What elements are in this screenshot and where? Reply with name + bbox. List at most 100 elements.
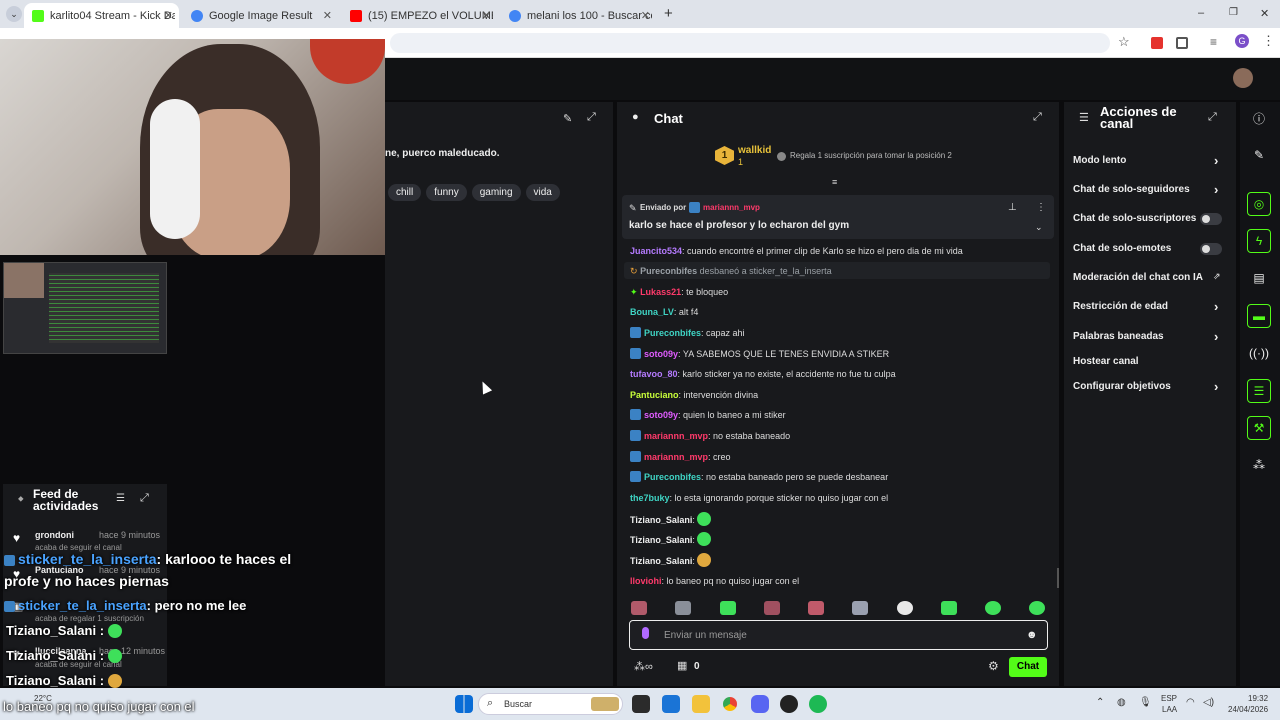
gift-prompt-text[interactable]: Regala 1 suscripción para tomar la posic… <box>790 151 952 160</box>
action-followers-only[interactable]: Chat de solo-seguidores <box>1073 183 1190 197</box>
maximize-button[interactable]: ❐ <box>1229 7 1238 18</box>
chat-message[interactable]: tufavoo_80: karlo sticker ya no existe, … <box>630 367 896 381</box>
chat-message[interactable]: Pureconbifes: capaz ahi <box>630 326 745 340</box>
chat-username[interactable]: soto09y <box>644 349 678 359</box>
chat-message[interactable]: Bouna_LV: alt f4 <box>630 305 698 319</box>
tab-kick-dashboard[interactable]: karlito04 Stream - Kick Dashboard ✕ <box>24 3 179 28</box>
action-ai-moderation[interactable]: Moderación del chat con IA <box>1073 271 1203 285</box>
chat-username[interactable]: Tiziano_Salani <box>630 556 692 566</box>
address-input[interactable] <box>390 33 1110 53</box>
wifi-icon[interactable]: ◠ <box>1186 697 1195 708</box>
volume-icon[interactable]: ◁) <box>1203 697 1214 708</box>
emote-quick-pick[interactable] <box>675 601 691 615</box>
emote-quick-pick[interactable] <box>631 601 647 615</box>
emote-quick-pick[interactable] <box>985 601 1001 615</box>
chat-username[interactable]: Pureconbifes <box>644 472 701 482</box>
chat-username[interactable]: Tiziano_Salani <box>630 515 692 525</box>
extension-red-icon[interactable] <box>1151 37 1163 49</box>
chat-username[interactable]: Pureconbifes <box>640 266 697 276</box>
document-icon[interactable]: ▤ <box>1247 266 1271 290</box>
emote-quick-pick[interactable] <box>1029 601 1045 615</box>
emote-quick-pick[interactable] <box>764 601 780 615</box>
tag-pill[interactable]: gaming <box>471 184 521 201</box>
media-control-icon[interactable]: ≡ <box>1210 35 1217 49</box>
send-chat-button[interactable]: Chat <box>1009 657 1047 677</box>
windows-start-icon[interactable] <box>455 695 473 713</box>
bookmark-star-icon[interactable]: ☆ <box>1118 34 1130 50</box>
action-age-restriction[interactable]: Restricción de edad <box>1073 300 1168 314</box>
pinned-user[interactable]: mariannn_mvp <box>703 203 760 212</box>
chat-username[interactable]: Lukass21 <box>640 287 681 297</box>
info-icon[interactable]: ⓘ <box>1247 106 1271 130</box>
lightning-icon[interactable]: ϟ <box>1247 229 1271 253</box>
chevron-down-icon[interactable]: ⌄ <box>1035 222 1043 233</box>
microphone-tray-icon[interactable]: 🎙 <box>1139 697 1152 708</box>
chat-username[interactable]: mariannn_mvp <box>644 431 708 441</box>
emote-quick-pick[interactable] <box>897 601 913 615</box>
chat-username[interactable]: soto09y <box>644 410 678 420</box>
actions-panel-icon[interactable]: ☰ <box>1247 379 1271 403</box>
tray-overflow-icon[interactable]: ⌃ <box>1096 697 1104 708</box>
chat-username[interactable]: mariannn_mvp <box>644 452 708 462</box>
tab-search-button[interactable]: ⌄ <box>6 6 22 22</box>
edit-pencil-icon[interactable]: ✎ <box>563 112 572 125</box>
emote-quick-pick[interactable] <box>808 601 824 615</box>
file-explorer-icon[interactable] <box>692 695 710 713</box>
user-avatar[interactable] <box>1233 68 1253 88</box>
chat-username[interactable]: tufavoo_80 <box>630 369 678 379</box>
chat-username[interactable]: lloviohi <box>630 576 662 586</box>
minimize-button[interactable]: – <box>1198 7 1204 19</box>
broadcast-icon[interactable]: ((·)) <box>1247 341 1271 365</box>
tray-app-icon[interactable]: ◍ <box>1117 697 1126 708</box>
tab-google-search[interactable]: melani los 100 - Buscar con Google ✕ <box>501 3 656 28</box>
chevron-right-icon[interactable]: › <box>1214 380 1218 394</box>
chat-message[interactable]: ✦ Lukass21: te bloqueo <box>630 285 728 299</box>
chat-message[interactable]: the7buky: lo esta ignorando porque stick… <box>630 491 888 505</box>
task-view-icon[interactable] <box>632 695 650 713</box>
popout-icon[interactable]: ⤢ <box>1033 111 1042 124</box>
chat-settings-gear-icon[interactable]: ⚙ <box>988 659 999 673</box>
close-tab-icon[interactable]: ✕ <box>482 9 491 22</box>
lang-bottom[interactable]: LAA <box>1162 705 1177 714</box>
tag-pill[interactable]: vida <box>525 184 560 201</box>
filter-icon[interactable]: ☰ <box>116 493 125 504</box>
chrome-icon[interactable] <box>721 695 739 713</box>
browser-menu-icon[interactable]: ⋮ <box>1262 33 1275 49</box>
clock-date[interactable]: 24/04/2026 <box>1228 705 1268 714</box>
emoji-icon[interactable]: ☻ <box>1026 629 1038 641</box>
chevron-right-icon[interactable]: › <box>1214 330 1218 344</box>
clock-time[interactable]: 19:32 <box>1248 694 1268 703</box>
chat-message[interactable]: lloviohi: lo baneo pq no quiso jugar con… <box>630 574 799 588</box>
chat-message[interactable]: Tiziano_Salani: <box>630 532 712 546</box>
popout-icon[interactable]: ⤢ <box>140 492 149 505</box>
chat-message[interactable]: soto09y: quien lo baneo a mi stiker <box>630 408 786 422</box>
external-link-icon[interactable]: ⇗ <box>1213 271 1221 282</box>
chevron-right-icon[interactable]: › <box>1214 300 1218 314</box>
pinned-message[interactable]: ✎ Enviado por mariannn_mvp karlo se hace… <box>622 195 1054 239</box>
chevron-right-icon[interactable]: › <box>1214 154 1218 168</box>
emote-quick-pick[interactable] <box>720 601 736 615</box>
action-banned-words[interactable]: Palabras baneadas <box>1073 330 1164 344</box>
nodes-icon[interactable]: ⁂ <box>1247 453 1271 477</box>
action-slow-mode[interactable]: Modo lento <box>1073 154 1126 168</box>
chat-message[interactable]: Juancito534: cuando encontré el primer c… <box>630 244 963 258</box>
subscribers-only-toggle[interactable] <box>1200 213 1222 225</box>
chat-message[interactable]: mariannn_mvp: creo <box>630 450 731 464</box>
taskbar-search[interactable]: ⌕ Buscar <box>478 693 623 715</box>
action-configure-goals[interactable]: Configurar objetivos <box>1073 380 1171 394</box>
close-tab-icon[interactable]: ✕ <box>641 9 650 22</box>
close-window-button[interactable]: ✕ <box>1260 7 1269 20</box>
chat-message[interactable]: mariannn_mvp: no estaba baneado <box>630 429 790 443</box>
profile-avatar[interactable]: G <box>1235 34 1249 48</box>
chat-username[interactable]: Tiziano_Salani <box>630 535 692 545</box>
feed-user[interactable]: grondoni <box>35 530 74 540</box>
chat-icon[interactable]: ▬ <box>1247 304 1271 328</box>
lang-top[interactable]: ESP <box>1161 694 1177 703</box>
chat-message[interactable]: Tiziano_Salani: <box>630 553 712 567</box>
chat-username[interactable]: Bouna_LV <box>630 307 674 317</box>
edit-pencil-icon[interactable]: ✎ <box>1247 143 1271 167</box>
pinned-menu-icon[interactable]: ⋮ <box>1036 202 1046 213</box>
tab-youtube[interactable]: (15) EMPEZO el VOLUMEN de ✕ <box>342 3 497 28</box>
feed-drag-icon[interactable]: ⬥ <box>18 494 24 504</box>
chat-message[interactable]: Tiziano_Salani: <box>630 512 712 526</box>
